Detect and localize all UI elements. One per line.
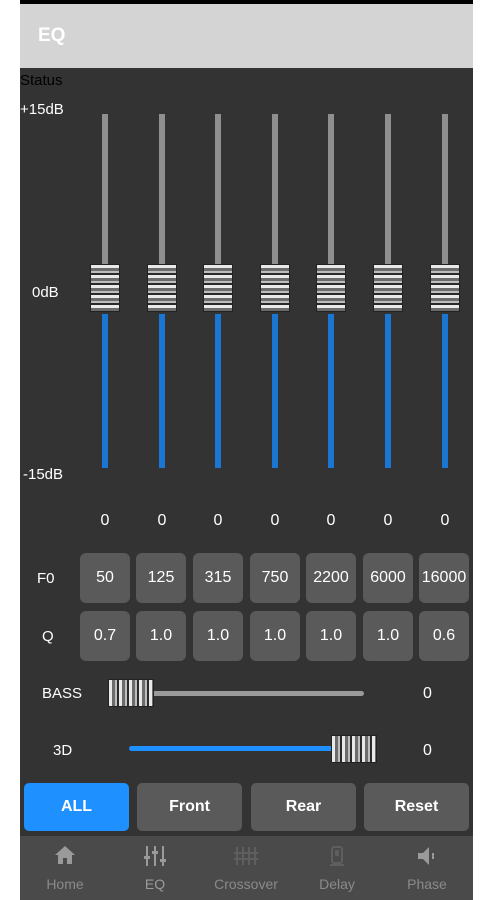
nav-label: Crossover [214, 876, 278, 892]
band-value-1: 0 [100, 512, 110, 529]
crossover-icon [201, 844, 291, 868]
f0-button-5[interactable]: 2200 [306, 553, 356, 603]
band-value-7: 0 [440, 512, 450, 529]
scale-bottom-label: -15dB [23, 466, 64, 483]
front-button[interactable]: Front [137, 783, 242, 831]
reset-button[interactable]: Reset [364, 783, 469, 831]
eq-sliders-icon [110, 844, 200, 868]
speaker-icon [382, 844, 472, 868]
nav-label: EQ [144, 876, 166, 892]
three-d-track[interactable] [129, 746, 341, 751]
home-icon [20, 844, 110, 868]
scale-mid-label: 0dB [32, 284, 59, 301]
f0-button-1[interactable]: 50 [80, 553, 130, 603]
f0-button-7[interactable]: 16000 [419, 553, 469, 603]
band-value-5: 0 [326, 512, 336, 529]
f0-label: F0 [37, 570, 55, 587]
band-slider-3[interactable] [203, 114, 233, 468]
q-label: Q [42, 628, 54, 645]
band-value-4: 0 [270, 512, 280, 529]
f0-button-6[interactable]: 6000 [363, 553, 413, 603]
delay-icon [292, 844, 382, 868]
status-label: Status [20, 72, 63, 89]
bass-value: 0 [423, 685, 432, 702]
f0-button-3[interactable]: 315 [193, 553, 243, 603]
q-button-6[interactable]: 1.0 [363, 611, 413, 661]
slider-thumb[interactable] [430, 264, 460, 312]
bass-thumb[interactable] [108, 679, 154, 707]
slider-thumb[interactable] [316, 264, 346, 312]
nav-item-home[interactable]: Home [20, 836, 110, 900]
band-slider-4[interactable] [260, 114, 290, 468]
nav-label: Delay [319, 876, 355, 892]
bottom-nav: Home EQ Crossover Delay Phase [20, 836, 473, 900]
f0-button-4[interactable]: 750 [250, 553, 300, 603]
band-value-6: 0 [383, 512, 393, 529]
page-title: EQ [38, 25, 66, 46]
q-button-7[interactable]: 0.6 [419, 611, 469, 661]
slider-thumb[interactable] [147, 264, 177, 312]
band-slider-7[interactable] [430, 114, 460, 468]
scale-top-label: +15dB [20, 101, 64, 118]
nav-item-eq[interactable]: EQ [110, 836, 200, 900]
band-value-3: 0 [213, 512, 223, 529]
app-bar: EQ [20, 4, 473, 68]
band-value-2: 0 [157, 512, 167, 529]
three-d-value: 0 [423, 742, 432, 759]
rear-button[interactable]: Rear [251, 783, 356, 831]
three-d-thumb[interactable] [331, 735, 377, 763]
nav-item-crossover[interactable]: Crossover [201, 836, 291, 900]
band-slider-1[interactable] [90, 114, 120, 468]
nav-item-phase[interactable]: Phase [382, 836, 472, 900]
q-button-2[interactable]: 1.0 [136, 611, 186, 661]
slider-thumb[interactable] [90, 264, 120, 312]
slider-thumb[interactable] [373, 264, 403, 312]
q-button-4[interactable]: 1.0 [250, 611, 300, 661]
nav-label: Phase [407, 876, 447, 892]
nav-item-delay[interactable]: Delay [292, 836, 382, 900]
slider-thumb[interactable] [203, 264, 233, 312]
q-button-5[interactable]: 1.0 [306, 611, 356, 661]
nav-label: Home [46, 876, 84, 892]
bass-label: BASS [42, 685, 83, 702]
band-slider-6[interactable] [373, 114, 403, 468]
three-d-label: 3D [53, 742, 73, 759]
f0-button-2[interactable]: 125 [136, 553, 186, 603]
all-button[interactable]: ALL [24, 783, 129, 831]
eq-screen: EQ Status +15dB 0dB -15dB 0 0 0 0 0 0 0 … [20, 0, 473, 900]
q-button-3[interactable]: 1.0 [193, 611, 243, 661]
bass-track[interactable] [150, 691, 364, 696]
slider-thumb[interactable] [260, 264, 290, 312]
q-button-1[interactable]: 0.7 [80, 611, 130, 661]
band-slider-5[interactable] [316, 114, 346, 468]
band-slider-2[interactable] [147, 114, 177, 468]
